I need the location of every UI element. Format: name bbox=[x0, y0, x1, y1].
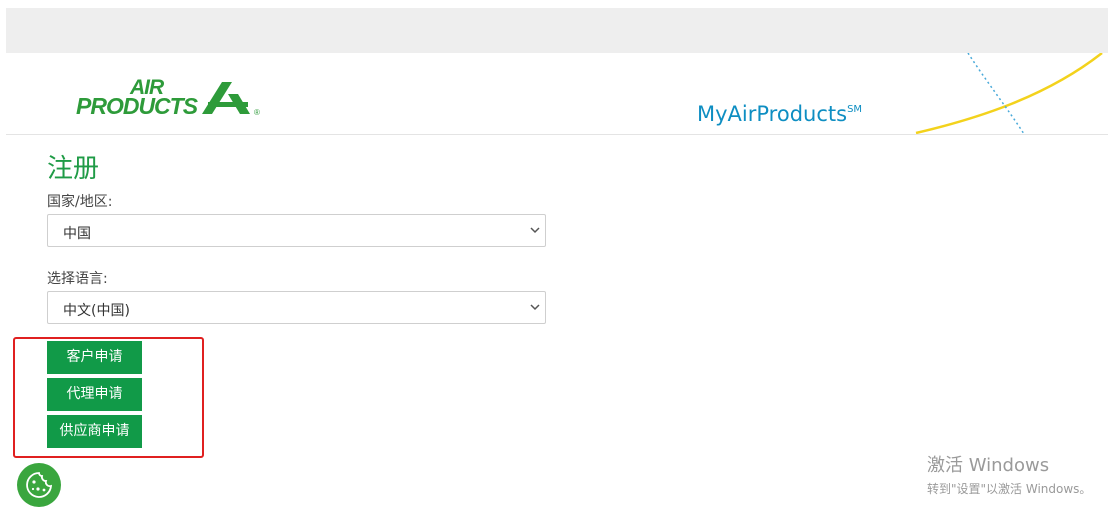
chevron-down-icon bbox=[530, 304, 540, 311]
decorative-curves bbox=[915, 53, 1103, 134]
watermark-subtitle: 转到"设置"以激活 Windows。 bbox=[927, 482, 1092, 496]
watermark-title: 激活 Windows bbox=[927, 455, 1050, 476]
logo-mark-icon bbox=[202, 82, 250, 114]
language-select-value: 中文(中国) bbox=[63, 303, 130, 319]
customer-apply-button[interactable]: 客户申请 bbox=[47, 341, 142, 374]
brand-name: MyAirProductsSM bbox=[697, 102, 862, 126]
country-label: 国家/地区: bbox=[47, 194, 113, 210]
chevron-down-icon bbox=[530, 227, 540, 234]
windows-activation-watermark: 激活 Windows 转到"设置"以激活 Windows。 bbox=[927, 451, 1091, 497]
country-select-value: 中国 bbox=[63, 226, 91, 242]
service-mark: SM bbox=[847, 104, 863, 115]
brand-name-text: MyAirProducts bbox=[697, 102, 848, 126]
page-title: 注册 bbox=[47, 154, 100, 184]
supplier-apply-button[interactable]: 供应商申请 bbox=[47, 415, 142, 448]
registered-mark: ® bbox=[254, 108, 260, 117]
language-select[interactable]: 中文(中国) bbox=[47, 291, 546, 324]
browser-top-bar bbox=[6, 8, 1108, 53]
language-label: 选择语言: bbox=[47, 271, 108, 287]
cookie-icon bbox=[26, 472, 53, 498]
agent-apply-button[interactable]: 代理申请 bbox=[47, 378, 142, 411]
country-select[interactable]: 中国 bbox=[47, 214, 546, 247]
cookie-settings-button[interactable] bbox=[17, 463, 61, 507]
site-header: AIR PRODUCTS ® MyAirProductsSM bbox=[6, 53, 1108, 135]
air-products-logo[interactable]: AIR PRODUCTS ® bbox=[76, 77, 266, 122]
logo-text-products: PRODUCTS bbox=[76, 93, 198, 119]
